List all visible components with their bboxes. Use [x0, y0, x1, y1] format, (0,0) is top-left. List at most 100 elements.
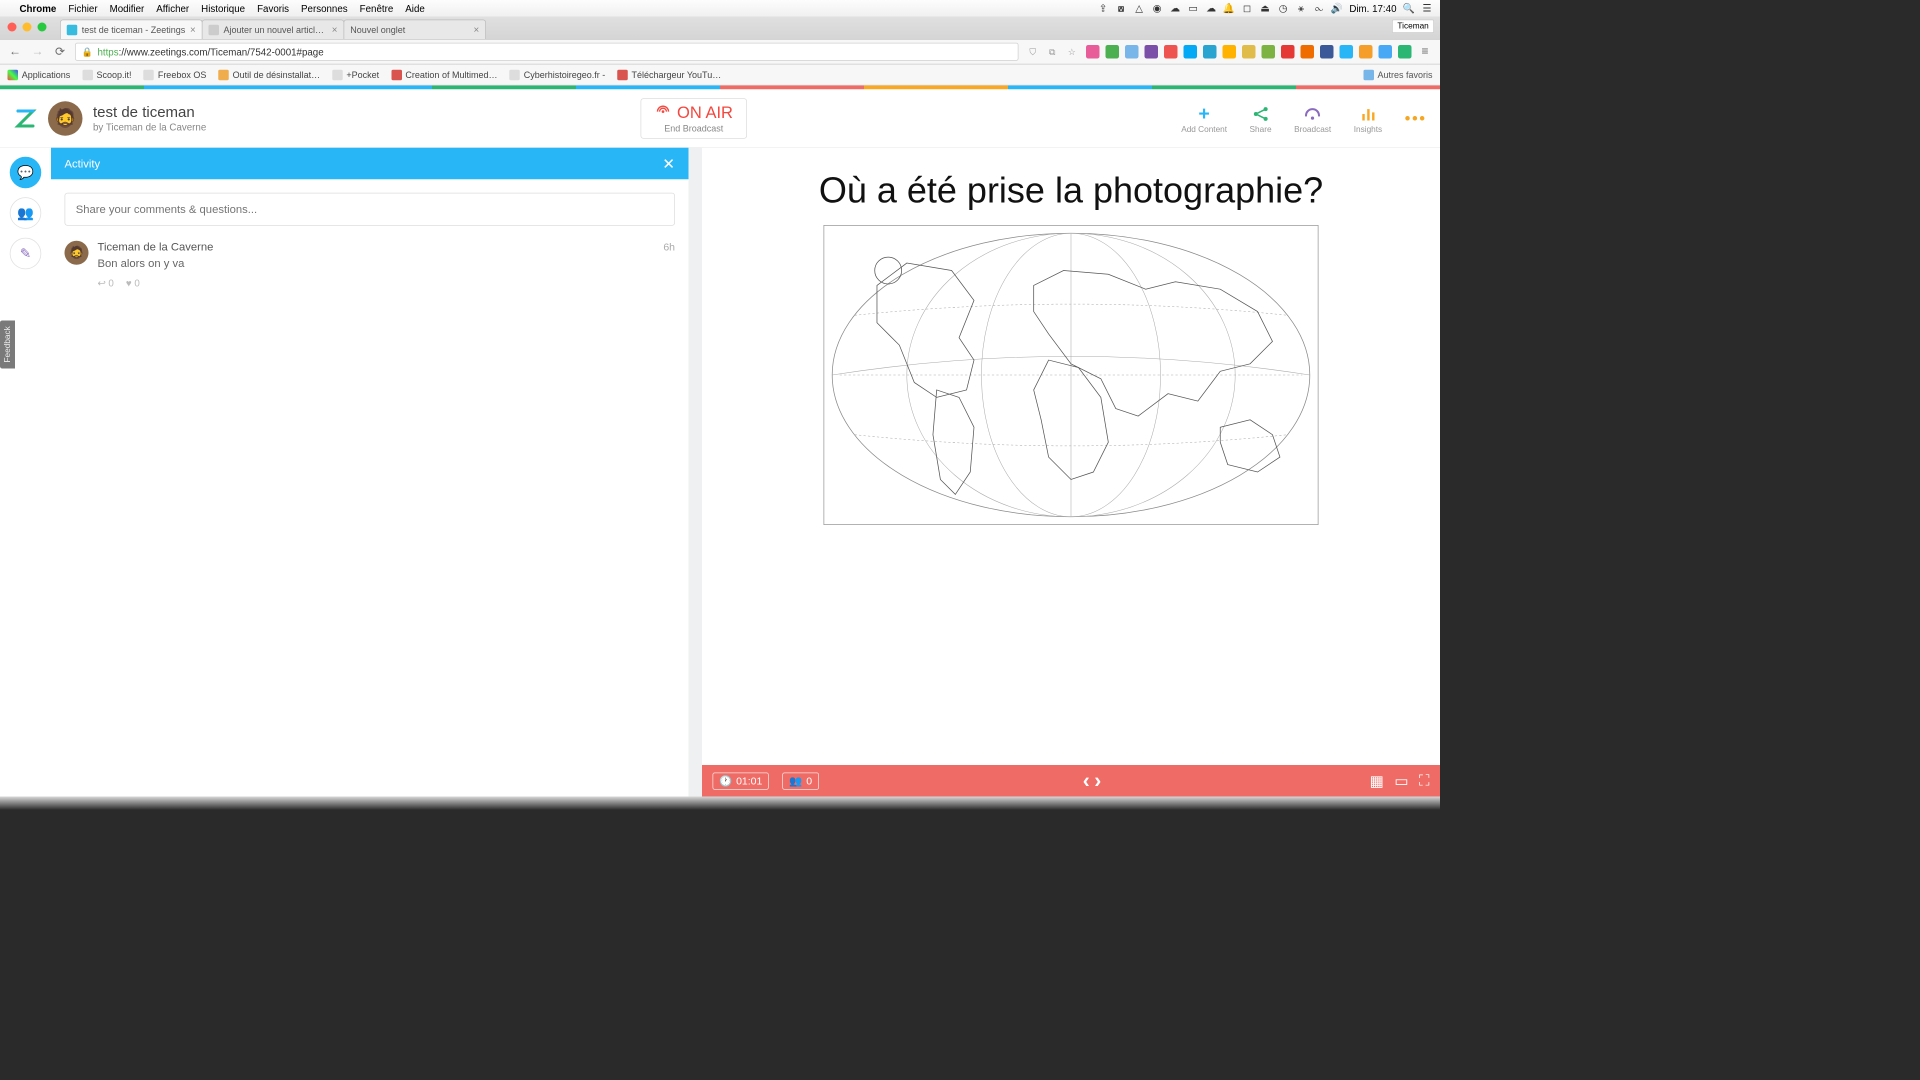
timer-badge[interactable]: 🕐01:01 [713, 772, 770, 789]
next-slide-button[interactable]: › [1094, 769, 1105, 792]
menu-personnes[interactable]: Personnes [301, 3, 348, 14]
bookmark-other-folder[interactable]: Autres favoris [1363, 69, 1432, 80]
star-icon[interactable]: ☆ [1065, 45, 1079, 59]
presenter-avatar[interactable]: 🧔 [48, 101, 83, 136]
viewers-badge[interactable]: 👥0 [783, 772, 819, 789]
more-menu-button[interactable]: ••• [1405, 108, 1427, 128]
gdrive-icon[interactable]: △ [1133, 3, 1144, 14]
forward-button[interactable]: → [30, 45, 45, 59]
ext7-icon[interactable] [1203, 45, 1217, 59]
tab-zeetings[interactable]: test de ticeman - Zeetings × [60, 20, 203, 40]
zeetings-logo-icon[interactable] [14, 106, 38, 130]
menu-historique[interactable]: Historique [201, 3, 245, 14]
add-content-button[interactable]: + Add Content [1181, 102, 1227, 134]
ext8-icon[interactable] [1223, 45, 1237, 59]
tab-newtab[interactable]: Nouvel onglet × [344, 20, 487, 40]
cloud2-icon[interactable]: ☁ [1205, 3, 1216, 14]
bookmark-freebox[interactable]: Freebox OS [144, 69, 207, 80]
chat-icon: 💬 [17, 165, 34, 181]
prev-slide-button[interactable]: ‹ [1083, 769, 1094, 792]
tab-article[interactable]: Ajouter un nouvel article ‹ Le… × [202, 20, 345, 40]
back-button[interactable]: ← [8, 45, 23, 59]
ext6-icon[interactable] [1184, 45, 1198, 59]
clock-icon[interactable]: ◷ [1277, 3, 1288, 14]
eye-icon[interactable]: ◉ [1151, 3, 1162, 14]
tab-close-icon[interactable]: × [332, 24, 338, 35]
menubar-app[interactable]: Chrome [20, 3, 57, 14]
onair-button[interactable]: ON AIR End Broadcast [640, 98, 747, 139]
present-view-button[interactable]: ▭ [1394, 771, 1408, 790]
ext17-icon[interactable] [1398, 45, 1412, 59]
close-activity-button[interactable]: ✕ [662, 154, 675, 173]
menu-fichier[interactable]: Fichier [68, 3, 97, 14]
spotlight-icon[interactable]: 🔍 [1403, 3, 1414, 14]
bookmark-pocket[interactable]: +Pocket [332, 69, 379, 80]
cloud-icon[interactable]: ☁ [1169, 3, 1180, 14]
bookmark-outil[interactable]: Outil de désinstallat… [218, 69, 320, 80]
menu-aide[interactable]: Aide [405, 3, 425, 14]
screen-icon[interactable]: ▭ [1187, 3, 1198, 14]
tab-close-icon[interactable]: × [190, 24, 196, 35]
slide-question: Où a été prise la photographie? [729, 170, 1413, 211]
chrome-menu-icon[interactable]: ≡ [1418, 45, 1433, 59]
url-input[interactable]: 🔒 https://www.zeetings.com/Ticeman/7542-… [75, 43, 1019, 61]
ext10-icon[interactable] [1262, 45, 1276, 59]
insights-button[interactable]: Insights [1354, 102, 1382, 134]
share-button[interactable]: Share [1250, 102, 1272, 134]
display-icon[interactable]: ◻ [1241, 3, 1252, 14]
close-window-icon[interactable] [8, 23, 17, 32]
menu-favoris[interactable]: Favoris [257, 3, 289, 14]
bookmark-cyber[interactable]: Cyberhistoiregeo.fr - [509, 69, 605, 80]
world-map[interactable] [824, 225, 1319, 525]
grid-view-button[interactable]: ▦ [1370, 771, 1384, 790]
menu-icon[interactable]: ☰ [1421, 3, 1432, 14]
ext1-icon[interactable] [1086, 45, 1100, 59]
menu-modifier[interactable]: Modifier [110, 3, 145, 14]
bookmark-creation[interactable]: Creation of Multimed… [391, 69, 497, 80]
menu-fenetre[interactable]: Fenêtre [360, 3, 394, 14]
zoom-window-icon[interactable] [38, 23, 47, 32]
activity-rail-button[interactable]: 💬 [10, 157, 42, 189]
tag-icon[interactable]: ⧉ [1046, 45, 1060, 59]
comment-text: Bon alors on y va [98, 257, 676, 270]
extensions-row: ≡ [1086, 45, 1433, 59]
bookmark-youtube[interactable]: Téléchargeur YouTu… [617, 69, 721, 80]
feedback-tab[interactable]: Feedback [0, 320, 15, 368]
ext2-icon[interactable] [1106, 45, 1120, 59]
draw-rail-button[interactable]: ✎ [10, 238, 42, 270]
chrome-user-chip[interactable]: Ticeman [1392, 20, 1434, 34]
comment-input[interactable] [65, 193, 676, 226]
ext15-icon[interactable] [1359, 45, 1373, 59]
people-rail-button[interactable]: 👥 [10, 197, 42, 229]
menubar-time[interactable]: Dim. 17:40 [1349, 3, 1396, 14]
ext14-icon[interactable] [1340, 45, 1354, 59]
wifi-icon[interactable]: ⧜ [1313, 3, 1324, 14]
tab-close-icon[interactable]: × [474, 24, 480, 35]
ext12-icon[interactable] [1301, 45, 1315, 59]
ext16-icon[interactable] [1379, 45, 1393, 59]
ext3-icon[interactable] [1125, 45, 1139, 59]
broadcast-button[interactable]: Broadcast [1294, 102, 1331, 134]
end-broadcast-label: End Broadcast [655, 123, 733, 134]
bell-icon[interactable]: 🔔 [1223, 3, 1234, 14]
menu-afficher[interactable]: Afficher [156, 3, 189, 14]
ext11-icon[interactable] [1281, 45, 1295, 59]
ext9-icon[interactable] [1242, 45, 1256, 59]
adobe-icon[interactable]: ⟎ [1115, 3, 1126, 14]
volume-icon[interactable]: 🔊 [1331, 3, 1342, 14]
macos-menubar: Chrome Fichier Modifier Afficher Histori… [0, 0, 1440, 17]
reload-button[interactable]: ⟳ [53, 44, 68, 59]
ext4-icon[interactable] [1145, 45, 1159, 59]
like-button[interactable]: ♥ 0 [126, 278, 140, 290]
bt-icon[interactable]: ⚹ [1295, 3, 1306, 14]
bookmark-scoop[interactable]: Scoop.it! [82, 69, 131, 80]
eject-icon[interactable]: ⏏ [1259, 3, 1270, 14]
bookmark-apps[interactable]: Applications [8, 69, 71, 80]
minimize-window-icon[interactable] [23, 23, 32, 32]
reply-button[interactable]: ↩ 0 [98, 278, 114, 290]
ext13-icon[interactable] [1320, 45, 1334, 59]
dropbox-icon[interactable]: ⇪ [1097, 3, 1108, 14]
ext5-icon[interactable] [1164, 45, 1178, 59]
fullscreen-button[interactable]: ⛶ [1419, 772, 1430, 789]
shield-icon[interactable]: ⛉ [1026, 45, 1040, 59]
